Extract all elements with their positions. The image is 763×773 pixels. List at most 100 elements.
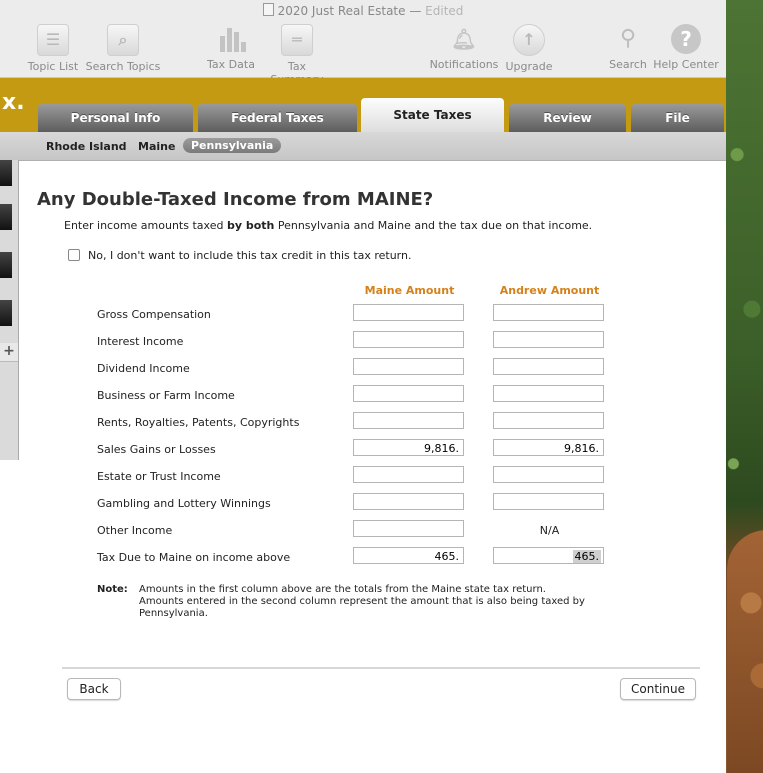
- tax-summary-button[interactable]: ═ Tax Summary: [260, 24, 334, 86]
- subtab-rhode-island[interactable]: Rhode Island: [46, 140, 127, 153]
- dividend-income-maine-input[interactable]: [353, 358, 464, 375]
- state-subtab-bar: Rhode Island Maine Pennsylvania: [0, 132, 726, 161]
- search-topics-button[interactable]: ⌕ Search Topics: [84, 24, 162, 73]
- subtab-pennsylvania[interactable]: Pennsylvania: [183, 138, 282, 153]
- field-value: [459, 469, 463, 482]
- subtab-maine[interactable]: Maine: [138, 140, 175, 153]
- gross-compensation-andrew-input[interactable]: [493, 304, 604, 321]
- field-value: 465.: [434, 550, 460, 563]
- field-value: [459, 415, 463, 428]
- interest-income-andrew-input[interactable]: [493, 331, 604, 348]
- row-label-gross-compensation: Gross Compensation: [97, 308, 211, 321]
- row-label-tax-due-maine: Tax Due to Maine on income above: [97, 551, 291, 564]
- instructions-text-end: Pennsylvania and Maine and the tax due o…: [274, 219, 593, 232]
- field-value: [599, 388, 603, 401]
- upgrade-button[interactable]: ↑ Upgrade: [504, 24, 554, 73]
- divider: [62, 667, 700, 669]
- tax-data-label: Tax Data: [207, 58, 255, 71]
- field-value: [599, 334, 603, 347]
- side-panel-item[interactable]: [0, 160, 12, 186]
- instructions-emphasis: by both: [226, 219, 275, 232]
- tab-review[interactable]: Review: [509, 104, 626, 132]
- upgrade-label: Upgrade: [505, 60, 553, 73]
- field-value: [459, 307, 463, 320]
- side-panel-item[interactable]: [0, 300, 12, 326]
- instructions: Enter income amounts taxed by both Penns…: [64, 219, 592, 232]
- search-button[interactable]: ⚲ Search: [606, 24, 650, 71]
- tab-personal-info[interactable]: Personal Info: [38, 104, 193, 132]
- topic-list-button[interactable]: ☰ Topic List: [26, 24, 80, 73]
- field-value-selected: 465.: [572, 550, 601, 563]
- tax-data-button[interactable]: Tax Data: [206, 24, 256, 71]
- rents-royalties-andrew-input[interactable]: [493, 412, 604, 429]
- topic-list-label: Topic List: [27, 60, 79, 73]
- field-value: [459, 334, 463, 347]
- gross-compensation-maine-input[interactable]: [353, 304, 464, 321]
- tab-file[interactable]: File: [631, 104, 724, 132]
- estate-trust-income-andrew-input[interactable]: [493, 466, 604, 483]
- window-title-text: 2020 Just Real Estate: [277, 4, 406, 18]
- estate-trust-income-maine-input[interactable]: [353, 466, 464, 483]
- summary-icon: ═: [281, 24, 313, 56]
- field-value: [459, 388, 463, 401]
- side-panel-item[interactable]: [0, 204, 12, 230]
- expand-plus-icon[interactable]: +: [0, 343, 18, 362]
- tab-federal-taxes[interactable]: Federal Taxes: [198, 104, 357, 132]
- page-title: Any Double-Taxed Income from MAINE?: [37, 189, 434, 210]
- back-button[interactable]: Back: [67, 678, 121, 700]
- help-icon: ?: [671, 24, 701, 54]
- magnifier-icon: ⚲: [619, 26, 637, 51]
- side-panel-item[interactable]: [0, 252, 12, 278]
- search-label: Search: [609, 58, 647, 71]
- field-value: [599, 469, 603, 482]
- desktop-background-dog: [727, 530, 763, 773]
- row-label-dividend-income: Dividend Income: [97, 362, 190, 375]
- optout-checkbox-row[interactable]: No, I don't want to include this tax cre…: [68, 249, 411, 262]
- field-value: 9,816.: [424, 442, 459, 455]
- help-center-label: Help Center: [653, 58, 719, 71]
- notifications-button[interactable]: 🔔︎ Notifications: [428, 24, 500, 71]
- tax-due-maine-input[interactable]: 465.: [353, 547, 464, 564]
- business-farm-income-andrew-input[interactable]: [493, 385, 604, 402]
- other-income-andrew-na: N/A: [539, 524, 560, 537]
- row-label-other-income: Other Income: [97, 524, 173, 537]
- field-value: [599, 307, 603, 320]
- bell-icon: 🔔︎: [451, 27, 477, 51]
- note-label: Note:: [97, 584, 128, 595]
- row-label-business-farm-income: Business or Farm Income: [97, 389, 235, 402]
- sales-gains-maine-input[interactable]: 9,816.: [353, 439, 464, 456]
- help-center-button[interactable]: ? Help Center: [652, 24, 720, 71]
- dividend-income-andrew-input[interactable]: [493, 358, 604, 375]
- app-logo: x.: [2, 90, 25, 115]
- continue-button[interactable]: Continue: [620, 678, 696, 700]
- sales-gains-andrew-input[interactable]: 9,816.: [493, 439, 604, 456]
- toolbar: 2020 Just Real Estate — Edited ☰ Topic L…: [0, 0, 726, 86]
- column-header-maine: Maine Amount: [364, 284, 455, 297]
- column-header-andrew: Andrew Amount: [499, 284, 600, 297]
- other-income-maine-input[interactable]: [353, 520, 464, 537]
- search-topics-label: Search Topics: [85, 60, 161, 73]
- list-icon: ☰: [37, 24, 69, 56]
- rents-royalties-maine-input[interactable]: [353, 412, 464, 429]
- optout-checkbox[interactable]: [68, 249, 80, 261]
- document-icon: [262, 3, 274, 16]
- gambling-lottery-maine-input[interactable]: [353, 493, 464, 510]
- field-value: [459, 523, 463, 536]
- gambling-lottery-andrew-input[interactable]: [493, 493, 604, 510]
- left-side-panel: +: [0, 160, 19, 460]
- tab-state-taxes[interactable]: State Taxes: [361, 98, 504, 132]
- note-text: Amounts in the first column above are th…: [139, 584, 585, 619]
- field-value: [599, 361, 603, 374]
- row-label-estate-trust-income: Estate or Trust Income: [97, 470, 221, 483]
- search-topics-icon: ⌕: [107, 24, 139, 56]
- field-value: [599, 496, 603, 509]
- field-value: [599, 415, 603, 428]
- window-title: 2020 Just Real Estate — Edited: [0, 3, 726, 18]
- row-label-rents-royalties: Rents, Royalties, Patents, Copyrights: [97, 416, 300, 429]
- row-label-interest-income: Interest Income: [97, 335, 184, 348]
- optout-label: No, I don't want to include this tax cre…: [88, 249, 412, 262]
- edited-status: Edited: [425, 4, 464, 18]
- interest-income-maine-input[interactable]: [353, 331, 464, 348]
- tax-due-andrew-input[interactable]: 465.: [493, 547, 604, 564]
- business-farm-income-maine-input[interactable]: [353, 385, 464, 402]
